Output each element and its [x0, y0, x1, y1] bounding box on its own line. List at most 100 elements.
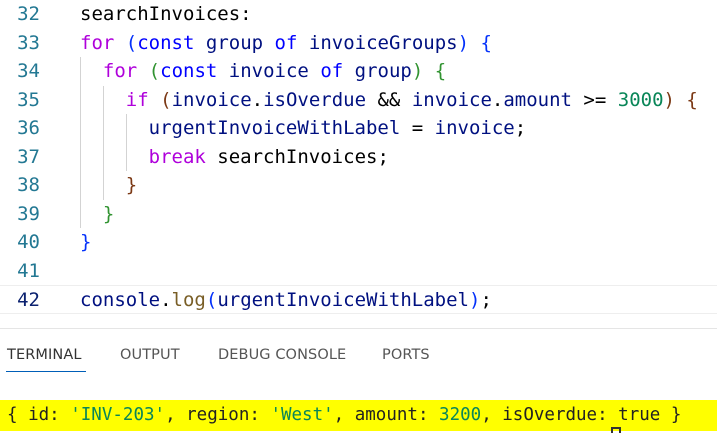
code-token: ) [468, 289, 481, 311]
code-token: ) [411, 60, 424, 82]
code-line[interactable]: 38 } [0, 171, 717, 200]
separator: , [165, 405, 187, 425]
line-number: 33 [17, 31, 40, 54]
code-token: ) [663, 88, 675, 111]
code-token: { [480, 31, 492, 54]
code-token: log [171, 289, 206, 311]
code-token: . [160, 289, 172, 311]
code-token: searchInvoices [80, 3, 241, 25]
panel-tab-bar: TERMINAL OUTPUT DEBUG CONSOLE PORTS [0, 329, 717, 375]
code-text: for (const group of invoiceGroups) { [80, 29, 492, 58]
code-token: } [125, 174, 138, 196]
code-text: } [80, 171, 137, 200]
code-token: >= [571, 88, 618, 111]
code-token: of [274, 31, 298, 54]
code-editor[interactable]: 32 searchInvoices: 33 for (const group of i… [0, 0, 717, 328]
code-token: { [686, 88, 698, 111]
code-token: if [125, 88, 149, 111]
terminal-cursor [611, 427, 621, 433]
code-token: for [80, 31, 115, 54]
code-token: group [205, 31, 264, 54]
code-token: group [354, 60, 412, 82]
brace-close: } [660, 405, 682, 425]
line-number: 34 [17, 60, 40, 82]
line-number: 36 [17, 117, 40, 139]
code-token: 3000 [617, 88, 664, 111]
terminal-output-text: { id: 'INV-203', region: 'West', amount:… [7, 400, 681, 431]
line-number: 37 [17, 145, 40, 168]
key-is-overdue: isOverdue: [502, 405, 619, 425]
line-number: 32 [17, 3, 40, 25]
code-text: console.log(urgentInvoiceWithLabel); [80, 286, 492, 315]
code-line[interactable]: 37 break searchInvoices; [0, 143, 717, 172]
code-token: invoice [171, 88, 252, 111]
code-line[interactable]: 41 [0, 257, 717, 286]
line-number: 35 [17, 88, 40, 111]
code-token: ; [377, 145, 389, 168]
code-token: const [160, 60, 218, 82]
tab-terminal[interactable]: TERMINAL [7, 347, 82, 363]
code-token: ; [514, 117, 527, 139]
tab-output[interactable]: OUTPUT [120, 347, 180, 363]
code-token: ( [160, 88, 172, 111]
code-token: ; [480, 289, 492, 311]
code-line[interactable]: 42 console.log(urgentInvoiceWithLabel); [0, 285, 717, 314]
code-token: invoice [411, 88, 492, 111]
value-id: 'INV-203' [70, 405, 166, 425]
code-token: invoiceGroups [308, 31, 458, 54]
line-number: 38 [17, 174, 40, 196]
code-token: break [148, 145, 206, 168]
code-text: } [80, 200, 114, 229]
key-region: region: [186, 405, 271, 425]
code-line[interactable]: 40} [0, 228, 717, 257]
code-line[interactable]: 39 } [0, 200, 717, 229]
code-token: for [102, 60, 138, 82]
separator: , [481, 405, 503, 425]
code-line[interactable]: 35 if (invoice.isOverdue && invoice.amou… [0, 86, 717, 115]
code-token: searchInvoices [217, 145, 378, 168]
code-token: const [137, 31, 195, 54]
tab-debug-console[interactable]: DEBUG CONSOLE [218, 347, 346, 363]
line-number: 42 [17, 289, 40, 311]
separator: , [333, 405, 355, 425]
tab-ports[interactable]: PORTS [382, 347, 430, 363]
code-text: if (invoice.isOverdue && invoice.amount … [80, 86, 698, 115]
code-token: ( [148, 60, 161, 82]
code-token: . [491, 88, 504, 111]
code-text: urgentInvoiceWithLabel = invoice; [80, 114, 527, 143]
code-token: ) [457, 31, 470, 54]
brace-open: { [7, 405, 29, 425]
line-number: 40 [17, 231, 40, 253]
terminal-output-line[interactable]: { id: 'INV-203', region: 'West', amount:… [0, 400, 717, 431]
code-token: } [80, 231, 92, 253]
code-token: ( [125, 31, 138, 54]
code-token: urgentInvoiceWithLabel [217, 289, 469, 311]
code-token: { [434, 60, 447, 82]
code-token: = [400, 117, 435, 139]
code-line[interactable]: 33 for (const group of invoiceGroups) { [0, 29, 717, 58]
code-line[interactable]: 34 for (const invoice of group) { [0, 57, 717, 86]
code-token: . [251, 88, 264, 111]
code-text: } [80, 228, 91, 257]
code-token: } [102, 202, 115, 225]
code-token: invoice [228, 60, 309, 82]
code-line[interactable]: 32 searchInvoices: [0, 0, 717, 29]
code-token: invoice [434, 117, 515, 139]
value-region: 'West' [270, 405, 334, 425]
code-line[interactable]: 36 urgentInvoiceWithLabel = invoice; [0, 114, 717, 143]
code-token: isOverdue [263, 88, 367, 111]
